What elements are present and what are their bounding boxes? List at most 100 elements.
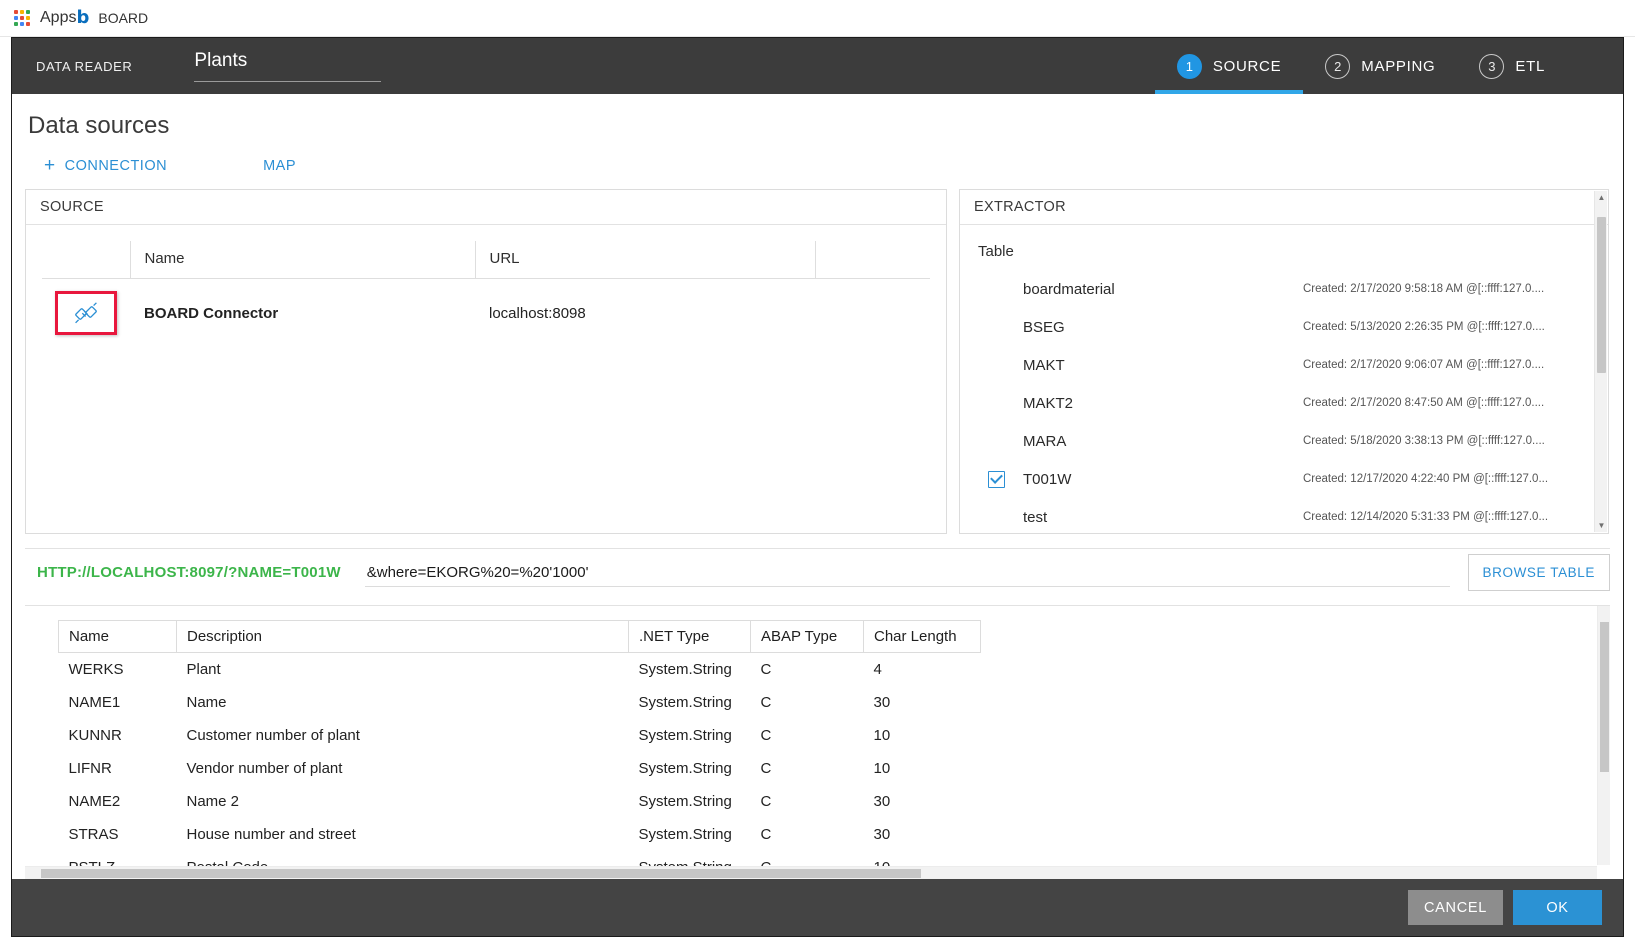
table-name: MAKT2 [1023,394,1074,412]
list-item[interactable]: boardmaterial Created: 2/17/2020 9:58:18 … [960,270,1608,308]
table-row[interactable]: BOARD Connector localhost:8098 [42,279,930,348]
datareader-title[interactable]: Plants [194,50,382,82]
field-name: KUNNR [68,727,122,744]
wizard-steps: 1 SOURCE 2 MAPPING 3 ETL [1154,38,1567,94]
table-name: T001W [1023,470,1072,488]
step-number-3: 3 [1479,53,1505,79]
extractor-scroll-thumb[interactable] [1597,217,1606,373]
field-char-length: 30 [873,793,891,810]
list-item[interactable]: MAKT2 Created: 2/17/2020 8:47:50 AM @[::f… [960,384,1608,422]
browse-table-button[interactable]: BROWSE TABLE [1467,554,1610,591]
table-created-meta: Created: 2/17/2020 9:06:07 AM @[::ffff:1… [1303,359,1545,371]
field-col-net-type[interactable]: .NET Type [628,620,751,653]
field-grid-container: Name Description .NET Type ABAP Type Cha… [25,605,1610,879]
field-abap-type: C [760,661,772,678]
field-col-description[interactable]: Description [176,620,629,653]
tab-etl-label: ETL [1515,57,1545,75]
nav-header: DATA READER Plants 1 SOURCE 2 MAPPING 3 … [12,38,1623,94]
field-net-type: System.String [638,793,732,810]
table-row[interactable]: NAME2 Name 2 System.String C 30 [59,785,981,818]
field-description: Name [186,694,227,711]
add-connection-button[interactable]: + CONNECTION [44,156,167,175]
chevron-up-icon[interactable]: ▲ [1595,191,1608,204]
connector-icon-cell[interactable] [42,279,130,348]
cancel-button[interactable]: CANCEL [1408,890,1503,925]
grid-horizontal-thumb[interactable] [41,869,921,878]
table-name: boardmaterial [1023,280,1115,298]
source-table-header-row: Name URL [42,241,930,279]
step-number-1: 1 [1176,53,1202,79]
connector-plug-icon[interactable] [73,300,99,326]
table-created-meta: Created: 2/17/2020 9:58:18 AM @[::ffff:1… [1303,283,1545,295]
module-label: DATA READER [36,58,133,74]
field-col-name[interactable]: Name [58,620,177,653]
table-name: test [1023,508,1048,526]
field-abap-type: C [760,826,772,843]
field-name: WERKS [68,661,124,678]
tab-mapping[interactable]: 2 MAPPING [1303,38,1457,94]
main-content: Data sources + CONNECTION MAP SOURCE Nam… [12,94,1623,879]
table-row[interactable]: KUNNR Customer number of plant System.Stri… [59,719,981,752]
list-item[interactable]: test Created: 12/14/2020 5:31:33 PM @[::f… [960,498,1608,533]
field-net-type: System.String [638,694,732,711]
map-button[interactable]: MAP [263,158,296,174]
base-url-label: HTTP://LOCALHOST:8097/?NAME=T001W [37,564,341,581]
field-abap-type: C [760,694,772,711]
tab-source[interactable]: 1 SOURCE [1154,38,1304,94]
table-row[interactable]: LIFNR Vendor number of plant System.String… [59,752,981,785]
table-checkbox[interactable] [988,470,1005,488]
field-description: Customer number of plant [186,727,360,744]
ok-button[interactable]: OK [1513,890,1602,925]
table-created-meta: Created: 5/13/2020 2:26:35 PM @[::ffff:1… [1303,321,1545,333]
field-char-length: 30 [873,826,891,843]
bookmark-board[interactable]: BOARD [98,10,148,26]
table-name: MARA [1023,432,1067,450]
table-row[interactable]: STRAS House number and street System.Strin… [59,818,981,851]
url-bar: HTTP://LOCALHOST:8097/?NAME=T001W BROWSE… [25,548,1610,592]
apps-label[interactable]: Apps [40,9,76,27]
step-number-2: 2 [1325,53,1351,79]
extractor-group-label: Table [978,243,1014,260]
browser-bookmarks-bar: Apps b BOARD [0,0,1635,37]
field-col-abap-type[interactable]: ABAP Type [750,620,864,653]
add-connection-label: CONNECTION [64,157,168,174]
table-row[interactable]: WERKS Plant System.String C 4 [59,653,981,687]
table-row[interactable]: NAME1 Name System.String C 30 [59,686,981,719]
field-name: NAME1 [68,694,121,711]
field-abap-type: C [760,793,772,810]
field-abap-type: C [760,760,772,777]
grid-vertical-scrollbar[interactable] [1597,606,1610,865]
extractor-scrollbar[interactable]: ▲ ▼ [1594,191,1607,532]
table-created-meta: Created: 2/17/2020 8:47:50 AM @[::ffff:1… [1303,397,1545,409]
list-item[interactable]: BSEG Created: 5/13/2020 2:26:35 PM @[::ff… [960,308,1608,346]
source-col-end [815,241,930,279]
chevron-down-icon[interactable]: ▼ [1595,519,1608,532]
connector-name: BOARD Connector [144,304,279,322]
field-net-type: System.String [638,727,732,744]
tab-etl[interactable]: 3 ETL [1457,38,1567,94]
datareader-name-field[interactable]: Plants [194,50,382,82]
source-col-name: Name [130,241,476,279]
grid-vertical-thumb[interactable] [1600,622,1609,772]
extractor-panel-heading: EXTRACTOR [960,190,1608,225]
field-description: Vendor number of plant [186,760,343,777]
grid-icon[interactable] [14,10,30,26]
field-net-type: System.String [638,760,732,777]
dialog-footer: CANCEL OK [12,879,1623,936]
list-item[interactable]: MARA Created: 5/18/2020 3:38:13 PM @[::ff… [960,422,1608,460]
source-col-url: URL [475,241,816,279]
field-name: STRAS [68,826,119,843]
table-created-meta: Created: 12/14/2020 5:31:33 PM @[::ffff:… [1303,511,1549,523]
query-string-input[interactable] [364,558,1450,587]
list-item[interactable]: T001W Created: 12/17/2020 4:22:40 PM @[::… [960,460,1608,498]
table-name: BSEG [1023,318,1065,336]
field-description: House number and street [186,826,356,843]
list-item[interactable]: MAKT Created: 2/17/2020 9:06:07 AM @[::ff… [960,346,1608,384]
field-col-char-length[interactable]: Char Length [863,620,981,653]
field-name: LIFNR [68,760,112,777]
tab-mapping-label: MAPPING [1361,57,1436,75]
connector-highlight-box [55,291,117,335]
grid-horizontal-scrollbar[interactable] [25,866,1597,879]
field-char-length: 10 [873,727,891,744]
field-char-length: 10 [873,760,891,777]
